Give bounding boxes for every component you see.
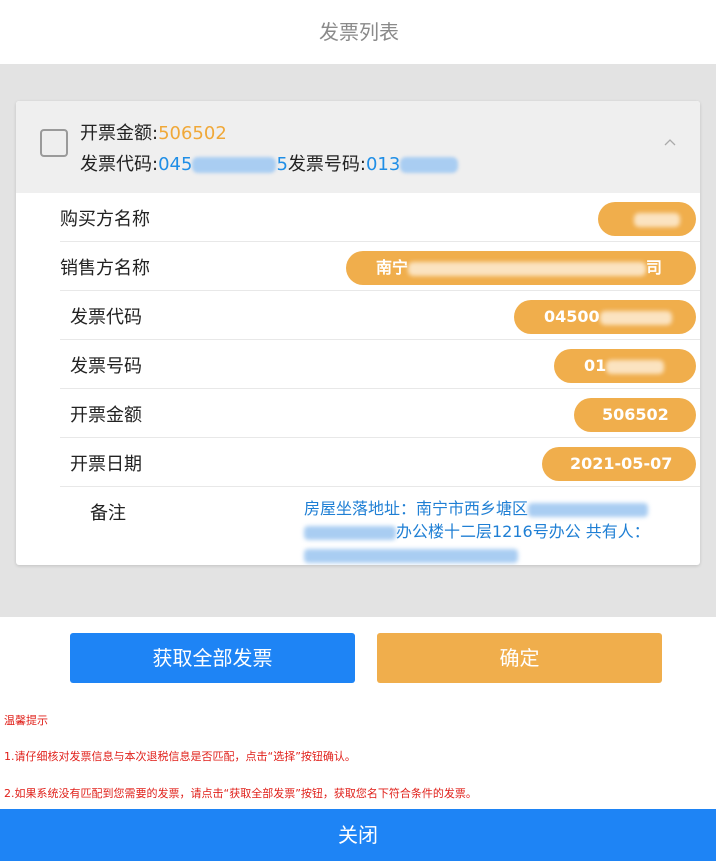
invoice-date-label: 开票日期 xyxy=(70,454,142,475)
row-invoice-date: 开票日期 2021-05-07 xyxy=(60,438,700,487)
header-code-prefix: 045 xyxy=(158,154,193,175)
select-checkbox[interactable] xyxy=(40,129,68,157)
row-invoice-number: 发票号码 01 xyxy=(60,340,700,389)
invoice-number-label: 发票号码 xyxy=(70,356,142,377)
invoice-card-header[interactable]: 开票金额:506502 发票代码:045 5发票号码:013 xyxy=(16,101,700,193)
seller-value-suffix: 司 xyxy=(646,258,663,277)
header-code-suffix: 5 xyxy=(276,154,288,175)
buyer-value-pill xyxy=(598,202,696,236)
chevron-up-icon[interactable] xyxy=(664,137,676,149)
header-amount-label: 开票金额: xyxy=(80,123,159,144)
redacted-block xyxy=(408,261,647,276)
row-invoice-code: 发票代码 04500 xyxy=(60,291,700,340)
invoice-amount-label: 开票金额 xyxy=(70,405,142,426)
invoice-amount-value: 506502 xyxy=(602,405,669,424)
invoice-number-pill: 01 xyxy=(554,349,696,383)
row-invoice-amount: 开票金额 506502 xyxy=(60,389,700,438)
seller-value-pill: 南宁 司 xyxy=(346,251,696,285)
invoice-code-pill: 04500 xyxy=(514,300,696,334)
row-seller: 销售方名称 南宁 司 xyxy=(60,242,700,291)
seller-value-prefix: 南宁 xyxy=(376,258,409,277)
get-all-invoices-button[interactable]: 获取全部发票 xyxy=(70,633,355,683)
redacted-block xyxy=(528,502,649,517)
invoice-date-pill: 2021-05-07 xyxy=(542,447,696,481)
invoice-number-value: 01 xyxy=(584,356,607,375)
invoice-date-value: 2021-05-07 xyxy=(570,454,673,473)
header-code-line: 发票代码:045 5发票号码:013 xyxy=(80,150,459,176)
invoice-amount-pill: 506502 xyxy=(574,398,696,432)
header-amount-value: 506502 xyxy=(158,123,227,144)
remark-value: 房屋坐落地址：南宁市西乡塘区 办公楼十二层1216号办公 共有人： xyxy=(304,497,684,565)
close-button[interactable]: 关闭 xyxy=(0,809,716,861)
header-number-prefix: 013 xyxy=(365,154,401,175)
row-buyer: 购买方名称 xyxy=(60,193,700,242)
redacted-block xyxy=(192,157,277,173)
header-code-label: 发票代码: xyxy=(80,154,159,175)
redacted-block xyxy=(634,212,680,227)
page-title: 发票列表 xyxy=(319,20,399,44)
remark-line-1: 房屋坐落地址：南宁市西乡塘区 xyxy=(304,497,684,520)
remark-label: 备注 xyxy=(90,503,126,524)
redacted-block xyxy=(599,310,672,325)
invoice-card: 开票金额:506502 发票代码:045 5发票号码:013 购买方名称 销售方名… xyxy=(16,101,700,565)
redacted-block xyxy=(400,157,459,173)
invoice-code-label: 发票代码 xyxy=(70,307,142,328)
invoice-code-value: 04500 xyxy=(544,307,600,326)
remark-line-1-text: 房屋坐落地址：南宁市西乡塘区 xyxy=(304,499,529,518)
tips-line-1: 1.请仔细核对发票信息与本次退税信息是否匹配，点击“选择”按钮确认。 xyxy=(4,750,356,763)
tips-title: 温馨提示 xyxy=(4,714,48,727)
confirm-button[interactable]: 确定 xyxy=(377,633,662,683)
header-number-label: 发票号码: xyxy=(287,154,366,175)
tips-line-2: 2.如果系统没有匹配到您需要的发票，请点击“获取全部发票”按钮，获取您名下符合条… xyxy=(4,787,477,800)
redacted-block xyxy=(304,525,396,540)
remark-line-2-text: 办公楼十二层1216号办公 共有人： xyxy=(396,522,650,541)
remark-line-2: 办公楼十二层1216号办公 共有人： xyxy=(304,520,684,543)
remark-line-3 xyxy=(304,543,684,565)
redacted-block xyxy=(304,548,518,563)
buyer-label: 购买方名称 xyxy=(60,209,150,230)
header-amount-line: 开票金额:506502 xyxy=(80,119,227,145)
redacted-block xyxy=(606,359,665,374)
seller-label: 销售方名称 xyxy=(60,258,150,279)
